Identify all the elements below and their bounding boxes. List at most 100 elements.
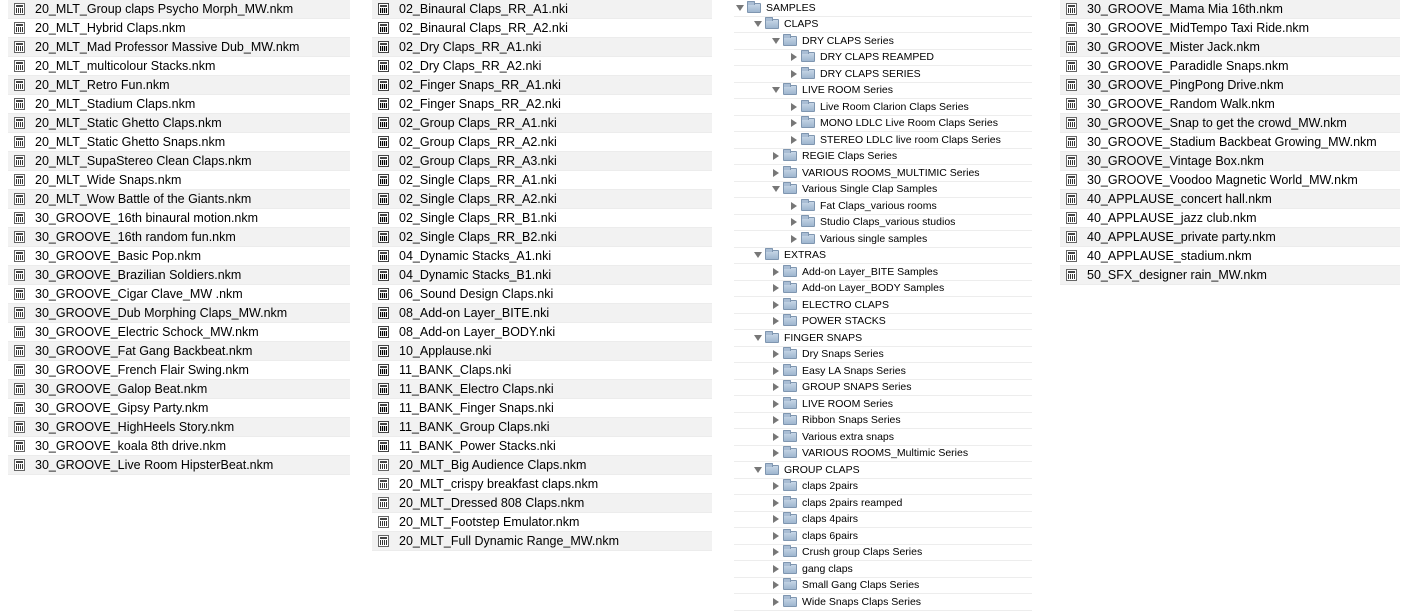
folder-row[interactable]: FINGER SNAPS (734, 330, 1032, 347)
file-row[interactable]: 02_Dry Claps_RR_A1.nki (372, 38, 712, 57)
file-row[interactable]: 40_APPLAUSE_concert hall.nkm (1060, 190, 1400, 209)
file-row[interactable]: 11_BANK_Finger Snaps.nki (372, 399, 712, 418)
disclosure-closed-icon[interactable] (772, 432, 780, 441)
disclosure-closed-icon[interactable] (790, 234, 798, 243)
file-row[interactable]: 20_MLT_Mad Professor Massive Dub_MW.nkm (8, 38, 350, 57)
file-row[interactable]: 11_BANK_Electro Claps.nki (372, 380, 712, 399)
folder-row[interactable]: Easy LA Snaps Series (734, 363, 1032, 380)
disclosure-closed-icon[interactable] (790, 119, 798, 128)
folder-row[interactable]: ELECTRO CLAPS (734, 297, 1032, 314)
folder-row[interactable]: Studio Claps_various studios (734, 215, 1032, 231)
file-row[interactable]: 11_BANK_Group Claps.nki (372, 418, 712, 437)
disclosure-closed-icon[interactable] (772, 515, 780, 524)
disclosure-closed-icon[interactable] (790, 201, 798, 210)
folder-row[interactable]: Ribbon Snaps Series (734, 413, 1032, 429)
file-row[interactable]: 30_GROOVE_French Flair Swing.nkm (8, 361, 350, 380)
disclosure-open-icon[interactable] (772, 87, 780, 94)
folder-row[interactable]: Small Gang Claps Series (734, 578, 1032, 594)
disclosure-closed-icon[interactable] (790, 53, 798, 62)
disclosure-closed-icon[interactable] (790, 135, 798, 144)
file-row[interactable]: 30_GROOVE_Mama Mia 16th.nkm (1060, 0, 1400, 19)
file-row[interactable]: 20_MLT_SupaStereo Clean Claps.nkm (8, 152, 350, 171)
file-row[interactable]: 20_MLT_Big Audience Claps.nkm (372, 456, 712, 475)
disclosure-closed-icon[interactable] (772, 564, 780, 573)
file-row[interactable]: 08_Add-on Layer_BITE.nki (372, 304, 712, 323)
disclosure-closed-icon[interactable] (772, 399, 780, 408)
disclosure-closed-icon[interactable] (772, 383, 780, 392)
file-row[interactable]: 30_GROOVE_Live Room HipsterBeat.nkm (8, 456, 350, 475)
file-row[interactable]: 30_GROOVE_Fat Gang Backbeat.nkm (8, 342, 350, 361)
folder-row[interactable]: Crush group Claps Series (734, 545, 1032, 561)
folder-row[interactable]: STEREO LDLC live room Claps Series (734, 132, 1032, 149)
disclosure-closed-icon[interactable] (772, 267, 780, 276)
folder-row[interactable]: VARIOUS ROOMS_MULTIMIC Series (734, 165, 1032, 182)
file-row[interactable]: 30_GROOVE_HighHeels Story.nkm (8, 418, 350, 437)
folder-row[interactable]: claps 4pairs (734, 512, 1032, 528)
file-row[interactable]: 02_Group Claps_RR_A3.nki (372, 152, 712, 171)
folder-row[interactable]: POWER STACKS (734, 314, 1032, 330)
folder-row[interactable]: Fat Claps_various rooms (734, 198, 1032, 215)
file-row[interactable]: 30_GROOVE_Snap to get the crowd_MW.nkm (1060, 114, 1400, 133)
file-row[interactable]: 50_SFX_designer rain_MW.nkm (1060, 266, 1400, 285)
disclosure-closed-icon[interactable] (772, 581, 780, 590)
disclosure-open-icon[interactable] (754, 466, 762, 473)
file-row[interactable]: 30_GROOVE_16th binaural motion.nkm (8, 209, 350, 228)
file-row[interactable]: 30_GROOVE_PingPong Drive.nkm (1060, 76, 1400, 95)
file-row[interactable]: 11_BANK_Power Stacks.nki (372, 437, 712, 456)
folder-row[interactable]: REGIE Claps Series (734, 149, 1032, 165)
disclosure-closed-icon[interactable] (772, 531, 780, 540)
file-row[interactable]: 40_APPLAUSE_private party.nkm (1060, 228, 1400, 247)
file-row[interactable]: 30_GROOVE_Electric Schock_MW.nkm (8, 323, 350, 342)
file-row[interactable]: 20_MLT_Dressed 808 Claps.nkm (372, 494, 712, 513)
file-row[interactable]: 02_Single Claps_RR_A2.nki (372, 190, 712, 209)
file-row[interactable]: 30_GROOVE_Vintage Box.nkm (1060, 152, 1400, 171)
folder-row[interactable]: claps 2pairs reamped (734, 495, 1032, 512)
file-row[interactable]: 02_Dry Claps_RR_A2.nki (372, 57, 712, 76)
disclosure-open-icon[interactable] (772, 37, 780, 44)
folder-row[interactable]: LIVE ROOM Series (734, 396, 1032, 413)
file-row[interactable]: 20_MLT_crispy breakfast claps.nkm (372, 475, 712, 494)
disclosure-open-icon[interactable] (754, 252, 762, 259)
folder-row[interactable]: gang claps (734, 561, 1032, 578)
file-row[interactable]: 20_MLT_Full Dynamic Range_MW.nkm (372, 532, 712, 551)
folder-row[interactable]: LIVE ROOM Series (734, 83, 1032, 99)
disclosure-closed-icon[interactable] (772, 317, 780, 326)
file-row[interactable]: 06_Sound Design Claps.nki (372, 285, 712, 304)
folder-row[interactable]: DRY CLAPS Series (734, 33, 1032, 50)
folder-row[interactable]: CLAPS (734, 17, 1032, 33)
disclosure-closed-icon[interactable] (772, 168, 780, 177)
disclosure-closed-icon[interactable] (772, 597, 780, 606)
disclosure-closed-icon[interactable] (772, 482, 780, 491)
disclosure-closed-icon[interactable] (790, 218, 798, 227)
folder-row[interactable]: claps 2pairs (734, 479, 1032, 495)
file-row[interactable]: 02_Group Claps_RR_A1.nki (372, 114, 712, 133)
folder-row[interactable]: claps 6pairs (734, 528, 1032, 545)
file-row[interactable]: 40_APPLAUSE_jazz club.nkm (1060, 209, 1400, 228)
disclosure-closed-icon[interactable] (772, 284, 780, 293)
folder-row[interactable]: MONO LDLC Live Room Claps Series (734, 116, 1032, 132)
disclosure-closed-icon[interactable] (772, 366, 780, 375)
disclosure-closed-icon[interactable] (772, 300, 780, 309)
file-row[interactable]: 40_APPLAUSE_stadium.nkm (1060, 247, 1400, 266)
file-row[interactable]: 30_GROOVE_Paradidle Snaps.nkm (1060, 57, 1400, 76)
file-row[interactable]: 30_GROOVE_Stadium Backbeat Growing_MW.nk… (1060, 133, 1400, 152)
file-row[interactable]: 02_Single Claps_RR_B1.nki (372, 209, 712, 228)
file-row[interactable]: 30_GROOVE_Brazilian Soldiers.nkm (8, 266, 350, 285)
file-row[interactable]: 20_MLT_Retro Fun.nkm (8, 76, 350, 95)
file-row[interactable]: 02_Single Claps_RR_A1.nki (372, 171, 712, 190)
file-row[interactable]: 02_Binaural Claps_RR_A2.nki (372, 19, 712, 38)
file-row[interactable]: 20_MLT_Static Ghetto Claps.nkm (8, 114, 350, 133)
disclosure-open-icon[interactable] (754, 334, 762, 341)
file-row[interactable]: 04_Dynamic Stacks_B1.nki (372, 266, 712, 285)
file-row[interactable]: 02_Binaural Claps_RR_A1.nki (372, 0, 712, 19)
disclosure-closed-icon[interactable] (772, 449, 780, 458)
file-row[interactable]: 20_MLT_Group claps Psycho Morph_MW.nkm (8, 0, 350, 19)
disclosure-open-icon[interactable] (754, 21, 762, 28)
folder-row[interactable]: DRY CLAPS SERIES (734, 66, 1032, 83)
disclosure-open-icon[interactable] (772, 186, 780, 193)
folder-row[interactable]: Wide Snaps Claps Series (734, 594, 1032, 611)
disclosure-closed-icon[interactable] (772, 498, 780, 507)
file-row[interactable]: 30_GROOVE_koala 8th drive.nkm (8, 437, 350, 456)
folder-row[interactable]: GROUP SNAPS Series (734, 380, 1032, 396)
file-row[interactable]: 20_MLT_Wide Snaps.nkm (8, 171, 350, 190)
